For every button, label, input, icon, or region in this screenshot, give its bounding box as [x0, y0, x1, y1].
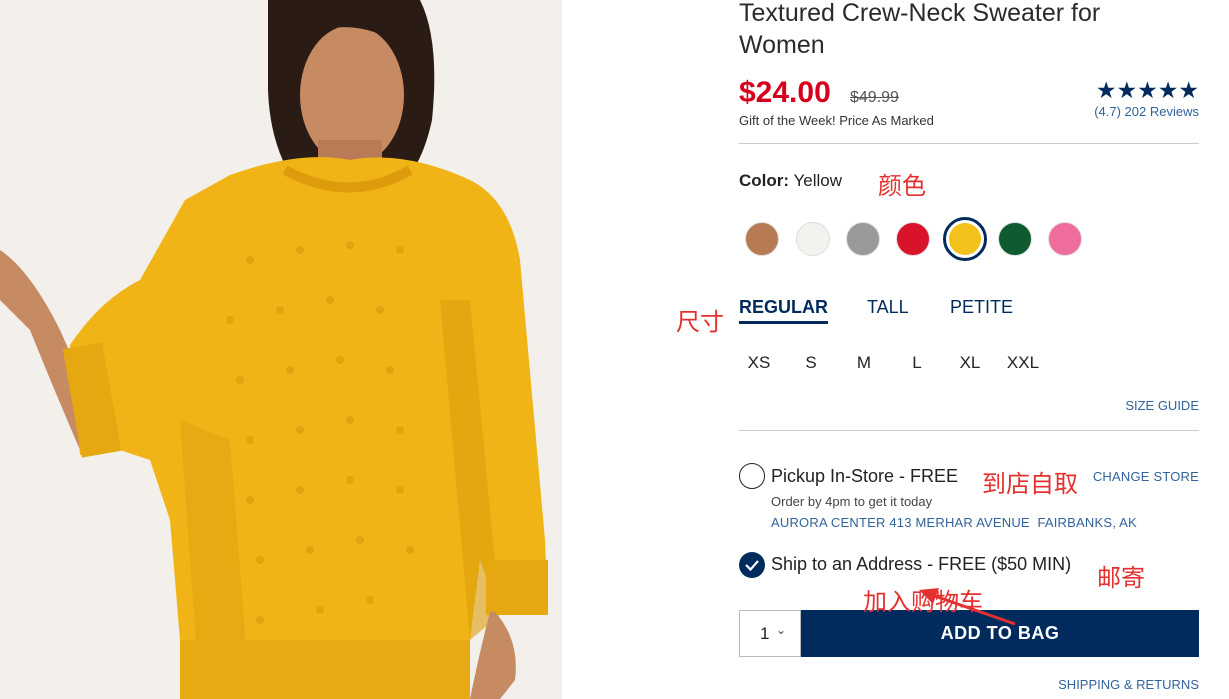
- color-value: Yellow: [793, 171, 842, 190]
- pickup-radio[interactable]: [739, 463, 765, 489]
- swatch-red[interactable]: [896, 222, 930, 256]
- swatch-green[interactable]: [998, 222, 1032, 256]
- quantity-select[interactable]: 1 ⌄: [739, 610, 801, 657]
- swatch-tan[interactable]: [745, 222, 779, 256]
- divider: [739, 430, 1199, 431]
- divider: [739, 143, 1199, 144]
- annotation-ship: 邮寄: [1097, 564, 1145, 592]
- change-store-link[interactable]: CHANGE STORE: [1093, 469, 1199, 484]
- annotation-arrow-icon: [919, 588, 1016, 626]
- swatch-white[interactable]: [796, 222, 830, 256]
- swatch-grey[interactable]: [846, 222, 880, 256]
- size-option-l[interactable]: L: [897, 353, 937, 373]
- chevron-down-icon: ⌄: [776, 623, 787, 637]
- shipping-returns-link[interactable]: SHIPPING & RETURNS: [1058, 677, 1199, 692]
- ship-label: Ship to an Address - FREE ($50 MIN): [771, 554, 1072, 574]
- rating-stars-icon[interactable]: ★★★★★: [1096, 77, 1199, 104]
- original-price: $49.99: [850, 89, 899, 106]
- annotation-pickup: 到店自取: [982, 470, 1078, 498]
- store-address-link[interactable]: AURORA CENTER 413 MERHAR AVENUE FAIRBANK…: [771, 515, 1137, 530]
- sale-price: $24.00: [739, 76, 831, 109]
- store-city: FAIRBANKS, AK: [1037, 515, 1137, 530]
- pickup-note: Order by 4pm to get it today: [771, 494, 933, 509]
- annotation-size: 尺寸: [676, 308, 724, 336]
- size-guide-link[interactable]: SIZE GUIDE: [1125, 398, 1199, 413]
- color-label-key: Color:: [739, 171, 790, 190]
- quantity-value: 1: [760, 624, 770, 643]
- swatch-pink[interactable]: [1048, 222, 1082, 256]
- fit-tab-tall[interactable]: TALL: [867, 297, 909, 318]
- fit-tab-regular[interactable]: REGULAR: [739, 297, 828, 324]
- annotation-color: 颜色: [878, 172, 926, 200]
- fit-tab-petite[interactable]: PETITE: [950, 297, 1013, 318]
- ship-radio-checked[interactable]: [739, 552, 765, 578]
- size-option-m[interactable]: M: [844, 353, 884, 373]
- pickup-label: Pickup In-Store - FREE: [771, 466, 959, 486]
- product-title: Textured Crew-Neck Sweater for Women: [739, 0, 1101, 59]
- product-image[interactable]: [0, 0, 562, 699]
- size-option-s[interactable]: S: [791, 353, 831, 373]
- color-label: Color: Yellow: [739, 171, 842, 191]
- store-name: AURORA CENTER 413 MERHAR AVENUE: [771, 515, 1030, 530]
- size-option-xs[interactable]: XS: [739, 353, 779, 373]
- check-icon: [745, 560, 759, 572]
- reviews-link[interactable]: (4.7) 202 Reviews: [1094, 104, 1199, 119]
- promo-text: Gift of the Week! Price As Marked: [739, 113, 934, 128]
- size-option-xl[interactable]: XL: [950, 353, 990, 373]
- swatch-yellow-selected[interactable]: [943, 217, 987, 261]
- size-option-xxl[interactable]: XXL: [1003, 353, 1043, 373]
